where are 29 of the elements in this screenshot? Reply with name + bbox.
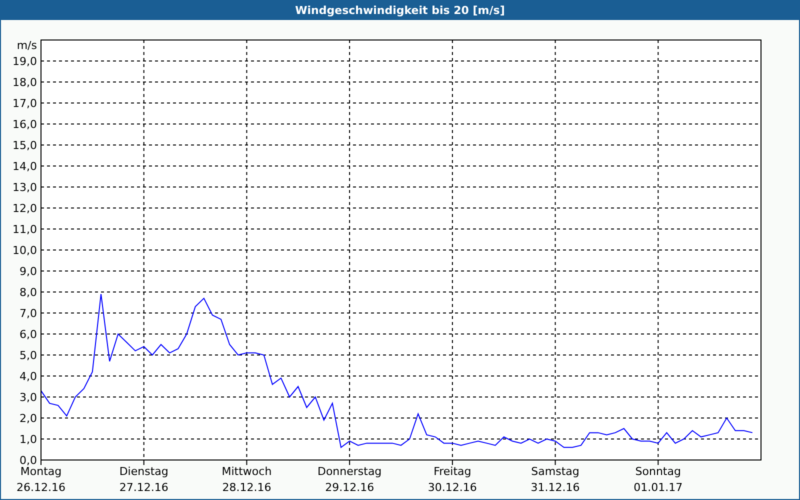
y-tick-label: 3,0 [20, 391, 37, 404]
y-tick-label: 4,0 [20, 370, 37, 383]
chart-title: Windgeschwindigkeit bis 20 [m/s] [295, 4, 505, 16]
y-tick-label: 18,0 [12, 76, 37, 89]
y-tick-label: 11,0 [12, 223, 37, 236]
x-tick-label: Donnerstag 29.12.16 [317, 465, 382, 494]
y-tick-label: 15,0 [12, 139, 37, 152]
y-tick-label: 6,0 [20, 328, 37, 341]
y-axis-unit: m/s [16, 39, 37, 52]
y-tick-label: 13,0 [12, 181, 37, 194]
x-tick-label: Sonntag 01.01.17 [634, 465, 683, 494]
y-tick-label: 17,0 [12, 97, 37, 110]
y-tick-label: 1,0 [20, 433, 37, 446]
y-tick-label: 14,0 [12, 160, 37, 173]
x-tick-label: Montag 26.12.16 [16, 465, 66, 494]
x-tick-label: Samstag 31.12.16 [530, 465, 580, 494]
y-tick-label: 5,0 [20, 349, 37, 362]
y-tick-label: 0,0 [20, 454, 37, 467]
y-tick-label: 9,0 [20, 265, 37, 278]
y-tick-label: 10,0 [12, 244, 37, 257]
y-tick-label: 16,0 [12, 118, 37, 131]
y-tick-label: 8,0 [20, 286, 37, 299]
x-tick-label: Mittwoch 28.12.16 [222, 465, 272, 494]
x-tick-label: Dienstag 27.12.16 [119, 465, 168, 494]
x-tick-label: Freitag 30.12.16 [428, 465, 477, 494]
y-tick-label: 12,0 [12, 202, 37, 215]
y-tick-label: 19,0 [12, 55, 37, 68]
y-tick-label: 2,0 [20, 412, 37, 425]
y-tick-label: 7,0 [20, 307, 37, 320]
